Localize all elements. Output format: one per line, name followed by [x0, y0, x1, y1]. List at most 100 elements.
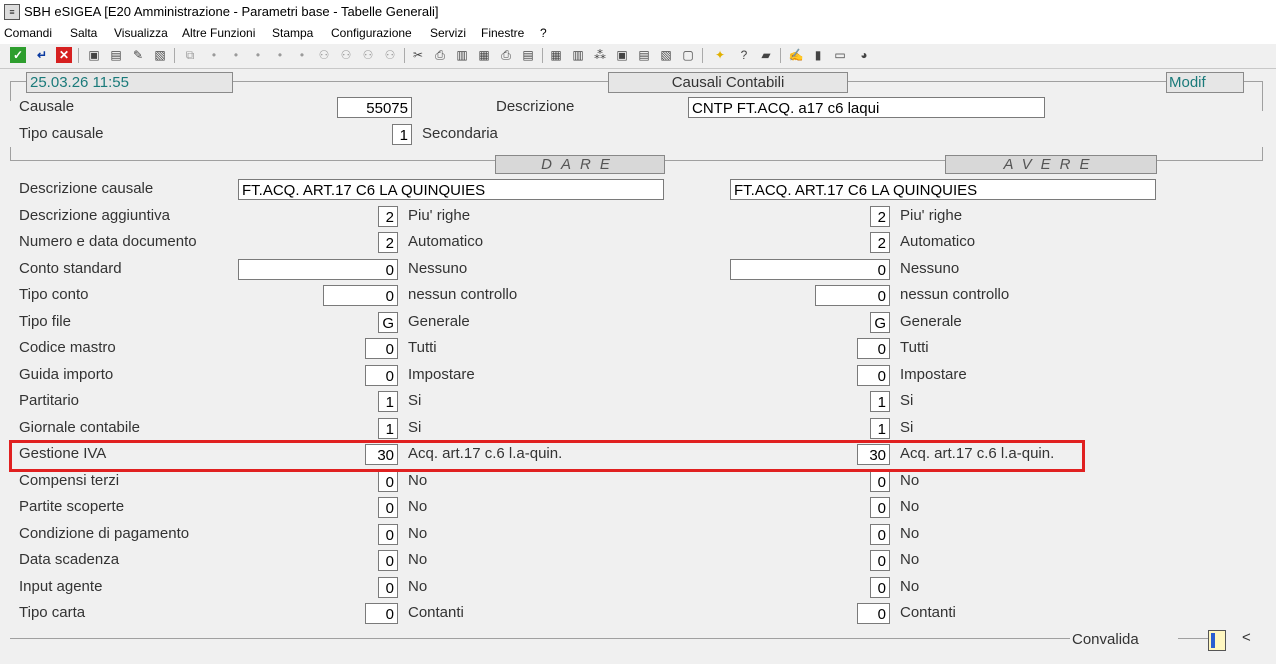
confirm-icon[interactable]: ✓ — [10, 47, 26, 63]
printer-icon[interactable]: ⎙ — [498, 47, 514, 63]
grid-icon[interactable]: ▦ — [476, 47, 492, 63]
page-title: Causali Contabili — [608, 72, 848, 93]
avere-compensi-terzi-field[interactable]: 0 — [870, 471, 890, 492]
f9-icon[interactable]: ⚇ — [382, 47, 398, 63]
avere-tipo-carta-field[interactable]: 0 — [857, 603, 890, 624]
dare-giornale-contabile-field[interactable]: 1 — [378, 418, 398, 439]
dare-tipo-carta-field[interactable]: 0 — [365, 603, 398, 624]
cut-icon[interactable]: ✂ — [410, 47, 426, 63]
dare-data-scadenza-field[interactable]: 0 — [378, 550, 398, 571]
toolbar-separator — [542, 48, 543, 63]
print-icon[interactable]: ⎙ — [432, 47, 448, 63]
dare-tipo-conto-desc: nessun controllo — [408, 286, 518, 303]
avere-tipo-conto-field[interactable]: 0 — [815, 285, 890, 306]
avere-guida-importo-desc: Impostare — [900, 366, 967, 383]
dare-descrizione-causale-field[interactable]: FT.ACQ. ART.17 C6 LA QUINQUIES — [238, 179, 664, 200]
avere-partitario-desc: Si — [900, 392, 914, 409]
avere-condizione-pagamento-field[interactable]: 0 — [870, 524, 890, 545]
toolbar: ✓ ↵ ✕ ▣ ▤ ✎ ▧ ⧉ • • • • • ⚇ ⚇ ⚇ ⚇ ✂ ⎙ ▥ … — [0, 44, 1276, 69]
menu-salta[interactable]: Salta — [70, 26, 97, 40]
avere-descrizione-causale-field[interactable]: FT.ACQ. ART.17 C6 LA QUINQUIES — [730, 179, 1156, 200]
avere-data-scadenza-field[interactable]: 0 — [870, 550, 890, 571]
dare-guida-importo-field[interactable]: 0 — [365, 365, 398, 386]
list-icon[interactable]: ▤ — [520, 47, 536, 63]
function-icon[interactable]: ⧉ — [182, 47, 198, 63]
row-label-codice-mastro: Codice mastro — [19, 339, 116, 356]
menu-stampa[interactable]: Stampa — [272, 26, 313, 40]
window-icon[interactable]: ▢ — [680, 47, 696, 63]
avere-codice-mastro-field[interactable]: 0 — [857, 338, 890, 359]
menu-altre-funzioni[interactable]: Altre Funzioni — [182, 26, 255, 40]
text-cursor — [1211, 633, 1215, 648]
dare-codice-mastro-field[interactable]: 0 — [365, 338, 398, 359]
title-bar: ≡ SBH eSIGEA [E20 Amministrazione - Para… — [0, 0, 1276, 24]
dare-tipo-conto-field[interactable]: 0 — [323, 285, 398, 306]
tipo-causale-desc: Secondaria — [422, 125, 498, 142]
f1-icon[interactable]: • — [206, 47, 222, 63]
avere-tipo-file-field[interactable]: G — [870, 312, 890, 333]
lightbulb-icon[interactable]: ✦ — [712, 47, 728, 63]
book-icon[interactable]: ▰ — [758, 47, 774, 63]
dare-numero-data-field[interactable]: 2 — [378, 232, 398, 253]
edit-record-icon[interactable]: ✎ — [130, 47, 146, 63]
window-title: SBH eSIGEA [E20 Amministrazione - Parame… — [24, 4, 439, 19]
convalida-field[interactable] — [1208, 630, 1226, 651]
bottom-line-right — [1178, 638, 1208, 639]
chart-icon[interactable]: ◕ — [856, 47, 872, 63]
causale-field[interactable]: 55075 — [337, 97, 412, 118]
panel-icon[interactable]: ▣ — [614, 47, 630, 63]
sign-icon[interactable]: ✍ — [788, 47, 804, 63]
copy-record-icon[interactable]: ▤ — [108, 47, 124, 63]
calculator-icon[interactable]: ▮ — [810, 47, 826, 63]
menu-help[interactable]: ? — [540, 26, 547, 40]
network-icon[interactable]: ⁂ — [592, 47, 608, 63]
forms-icon[interactable]: ▤ — [636, 47, 652, 63]
avere-guida-importo-field[interactable]: 0 — [857, 365, 890, 386]
row-label-conto-standard: Conto standard — [19, 260, 122, 277]
descrizione-field[interactable]: CNTP FT.ACQ. a17 c6 laqui — [688, 97, 1045, 118]
f3-icon[interactable]: • — [250, 47, 266, 63]
dare-partitario-field[interactable]: 1 — [378, 391, 398, 412]
dare-compensi-terzi-desc: No — [408, 472, 428, 489]
menu-configurazione[interactable]: Configurazione — [331, 26, 412, 40]
f2-icon[interactable]: • — [228, 47, 244, 63]
dare-compensi-terzi-field[interactable]: 0 — [378, 471, 398, 492]
dare-descrizione-aggiuntiva-field[interactable]: 2 — [378, 206, 398, 227]
columns-icon[interactable]: ▥ — [570, 47, 586, 63]
dare-tipo-file-field[interactable]: G — [378, 312, 398, 333]
dare-partite-scoperte-field[interactable]: 0 — [378, 497, 398, 518]
table-icon[interactable]: ▦ — [548, 47, 564, 63]
avere-partitario-field[interactable]: 1 — [870, 391, 890, 412]
f6-icon[interactable]: ⚇ — [316, 47, 332, 63]
export-icon[interactable]: ▥ — [454, 47, 470, 63]
menu-comandi[interactable]: Comandi — [4, 26, 52, 40]
avere-input-agente-field[interactable]: 0 — [870, 577, 890, 598]
enter-icon[interactable]: ↵ — [34, 47, 50, 63]
row-label-input-agente: Input agente — [19, 578, 103, 595]
f4-icon[interactable]: • — [272, 47, 288, 63]
toolbar-separator — [78, 48, 79, 63]
avere-conto-standard-field[interactable]: 0 — [730, 259, 890, 280]
cancel-icon[interactable]: ✕ — [56, 47, 72, 63]
avere-giornale-contabile-field[interactable]: 1 — [870, 418, 890, 439]
avere-descrizione-aggiuntiva-desc: Piu' righe — [900, 207, 963, 224]
f7-icon[interactable]: ⚇ — [338, 47, 354, 63]
dare-partite-scoperte-desc: No — [408, 498, 428, 515]
monitor-icon[interactable]: ▭ — [832, 47, 848, 63]
archive-icon[interactable]: ▧ — [658, 47, 674, 63]
delete-record-icon[interactable]: ▧ — [152, 47, 168, 63]
menu-servizi[interactable]: Servizi — [430, 26, 466, 40]
avere-partite-scoperte-field[interactable]: 0 — [870, 497, 890, 518]
f5-icon[interactable]: • — [294, 47, 310, 63]
new-record-icon[interactable]: ▣ — [86, 47, 102, 63]
avere-numero-data-field[interactable]: 2 — [870, 232, 890, 253]
dare-input-agente-field[interactable]: 0 — [378, 577, 398, 598]
menu-visualizza[interactable]: Visualizza — [114, 26, 168, 40]
help-icon[interactable]: ? — [736, 47, 752, 63]
f8-icon[interactable]: ⚇ — [360, 47, 376, 63]
dare-conto-standard-field[interactable]: 0 — [238, 259, 398, 280]
avere-descrizione-aggiuntiva-field[interactable]: 2 — [870, 206, 890, 227]
dare-condizione-pagamento-field[interactable]: 0 — [378, 524, 398, 545]
menu-finestre[interactable]: Finestre — [481, 26, 524, 40]
tipo-causale-field[interactable]: 1 — [392, 124, 412, 145]
